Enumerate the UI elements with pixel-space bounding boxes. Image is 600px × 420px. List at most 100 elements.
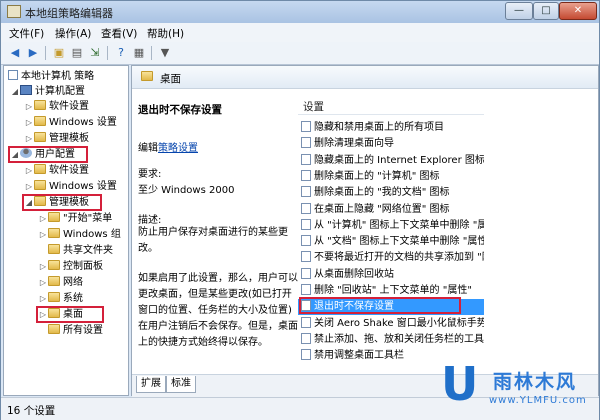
status-count: 16 个设置 bbox=[7, 405, 56, 417]
tree-item-label: Windows 设置 bbox=[49, 181, 117, 192]
filter-icon[interactable]: ▼ bbox=[157, 45, 173, 61]
tree-item-software-settings[interactable]: ▷ 软件设置 bbox=[24, 100, 89, 114]
collapse-arrow-icon[interactable]: ▷ bbox=[24, 100, 34, 114]
collapse-arrow-icon[interactable]: ▷ bbox=[24, 116, 34, 130]
tree-item-control-panel[interactable]: ▷ 控制面板 bbox=[38, 260, 103, 274]
highlight-box bbox=[22, 194, 102, 211]
tree-item-windows-settings[interactable]: ▷ Windows 设置 bbox=[24, 116, 117, 130]
policy-setting-icon bbox=[301, 202, 311, 214]
tree-item-windows-components[interactable]: ▷ Windows 组 bbox=[38, 228, 121, 242]
requirements-label: 要求: bbox=[138, 169, 162, 180]
setting-row[interactable]: 删除桌面上的 "我的文档" 图标 bbox=[298, 185, 484, 201]
folder-icon bbox=[34, 180, 46, 190]
watermark-name: 雨林木风 bbox=[493, 371, 578, 393]
collapse-arrow-icon[interactable]: ▷ bbox=[38, 212, 48, 226]
edit-policy-link[interactable]: 策略设置 bbox=[158, 143, 198, 154]
tree-item-label: 软件设置 bbox=[49, 165, 89, 176]
setting-row[interactable]: 从 "计算机" 图标上下文菜单中删除 "属性" bbox=[298, 218, 484, 234]
menu-file[interactable]: 文件(F) bbox=[9, 26, 44, 41]
tree-item-network[interactable]: ▷ 网络 bbox=[38, 276, 83, 290]
tree-item-local-policy[interactable]: 本地计算机 策略 bbox=[8, 70, 94, 84]
tree-item-computer-config[interactable]: ◢ 计算机配置 bbox=[10, 85, 85, 99]
forward-arrow-icon[interactable]: ▶ bbox=[25, 45, 41, 61]
setting-row[interactable]: 删除桌面上的 "计算机" 图标 bbox=[298, 169, 484, 185]
setting-row[interactable]: 不要将最近打开的文档的共享添加到 "网络位置" bbox=[298, 250, 484, 266]
policy-setting-icon bbox=[301, 284, 311, 295]
setting-row[interactable]: 从 "文档" 图标上下文菜单中删除 "属性" bbox=[298, 234, 484, 250]
edit-prefix: 编辑 bbox=[138, 143, 158, 154]
requirements-value: 至少 Windows 2000 bbox=[138, 185, 235, 196]
setting-row[interactable]: 关闭 Aero Shake 窗口最小化鼠标手势 bbox=[298, 316, 484, 332]
back-arrow-icon[interactable]: ◀ bbox=[7, 45, 23, 61]
setting-row[interactable]: 禁止添加、拖、放和关闭任务栏的工具栏 bbox=[298, 332, 484, 348]
tree-item-user-windows-settings[interactable]: ▷ Windows 设置 bbox=[24, 180, 117, 194]
close-button[interactable]: ✕ bbox=[559, 2, 597, 20]
collapse-arrow-icon[interactable]: ▷ bbox=[38, 292, 48, 306]
tree-item-shared-folders[interactable]: 共享文件夹 bbox=[38, 244, 113, 258]
highlight-box bbox=[299, 297, 461, 314]
folder-icon bbox=[34, 164, 46, 174]
expand-arrow-icon[interactable]: ◢ bbox=[10, 85, 20, 99]
tree-item-label: 共享文件夹 bbox=[63, 245, 113, 256]
description-panel: 退出时不保存设置 编辑策略设置 要求: 至少 Windows 2000 描述: … bbox=[132, 89, 300, 371]
setting-label: 在桌面上隐藏 "网络位置" 图标 bbox=[314, 203, 450, 215]
policy-setting-icon bbox=[301, 316, 311, 328]
export-list-icon[interactable]: ⇲ bbox=[87, 45, 103, 61]
help-icon[interactable]: ? bbox=[113, 45, 129, 61]
tree-item-label: 软件设置 bbox=[49, 101, 89, 112]
tab-extended[interactable]: 扩展 bbox=[136, 376, 166, 393]
tree-item-all-settings[interactable]: 所有设置 bbox=[38, 324, 103, 338]
setting-label: 从 "文档" 图标上下文菜单中删除 "属性" bbox=[314, 236, 484, 248]
collapse-arrow-icon[interactable]: ▷ bbox=[24, 132, 34, 146]
collapse-arrow-icon[interactable]: ▷ bbox=[24, 164, 34, 178]
policy-setting-icon bbox=[301, 332, 311, 344]
menu-bar: 文件(F) 操作(A) 查看(V) 帮助(H) bbox=[1, 23, 599, 43]
menu-help[interactable]: 帮助(H) bbox=[147, 26, 184, 41]
toolbar-separator bbox=[107, 46, 108, 60]
collapse-arrow-icon[interactable]: ▷ bbox=[38, 260, 48, 274]
watermark-letter: U bbox=[441, 357, 479, 411]
folder-icon bbox=[48, 244, 60, 254]
folder-icon bbox=[48, 292, 60, 302]
collapse-arrow-icon[interactable]: ▷ bbox=[38, 228, 48, 242]
properties-icon[interactable]: ▦ bbox=[131, 45, 147, 61]
highlight-box bbox=[36, 306, 104, 323]
tree-item-start-menu[interactable]: ▷ "开始"菜单 bbox=[38, 212, 112, 226]
setting-label: 删除清理桌面向导 bbox=[314, 138, 394, 150]
setting-row[interactable]: 隐藏桌面上的 Internet Explorer 图标 bbox=[298, 153, 484, 169]
policy-setting-icon bbox=[301, 235, 311, 247]
tree-item-label: 所有设置 bbox=[63, 325, 103, 336]
up-folder-icon[interactable]: ▣ bbox=[51, 45, 67, 61]
setting-row[interactable]: 隐藏和禁用桌面上的所有项目 bbox=[298, 120, 484, 136]
window-title: 本地组策略编辑器 bbox=[25, 7, 113, 20]
setting-row[interactable]: 从桌面删除回收站 bbox=[298, 267, 484, 283]
column-header-setting[interactable]: 设置 bbox=[298, 99, 484, 115]
tree-item-user-software-settings[interactable]: ▷ 软件设置 bbox=[24, 164, 89, 178]
policy-setting-icon bbox=[301, 121, 311, 132]
show-hide-tree-icon[interactable]: ▤ bbox=[69, 45, 85, 61]
setting-label: 删除桌面上的 "我的文档" 图标 bbox=[314, 187, 450, 199]
watermark-url: www.YLMFU.com bbox=[489, 395, 587, 406]
title-bar[interactable]: 本地组策略编辑器 — □ ✕ bbox=[1, 1, 599, 23]
folder-icon bbox=[34, 132, 46, 142]
menu-action[interactable]: 操作(A) bbox=[55, 26, 91, 41]
folder-icon bbox=[48, 260, 60, 270]
folder-icon bbox=[48, 324, 60, 334]
tab-standard[interactable]: 标准 bbox=[166, 376, 196, 393]
tree-item-system[interactable]: ▷ 系统 bbox=[38, 292, 83, 306]
maximize-button[interactable]: □ bbox=[533, 2, 559, 20]
policy-title: 退出时不保存设置 bbox=[138, 104, 222, 116]
folder-icon bbox=[48, 212, 60, 222]
setting-label: 禁用调整桌面工具栏 bbox=[314, 350, 404, 362]
tree-item-admin-templates[interactable]: ▷ 管理模板 bbox=[24, 132, 89, 146]
setting-row[interactable]: 在桌面上隐藏 "网络位置" 图标 bbox=[298, 202, 484, 218]
policy-setting-icon bbox=[301, 186, 311, 198]
minimize-button[interactable]: — bbox=[505, 2, 533, 20]
collapse-arrow-icon[interactable]: ▷ bbox=[38, 276, 48, 290]
collapse-arrow-icon[interactable]: ▷ bbox=[24, 180, 34, 194]
setting-label: 隐藏和禁用桌面上的所有项目 bbox=[314, 122, 444, 133]
setting-row[interactable]: 删除清理桌面向导 bbox=[298, 136, 484, 152]
tree-item-label: 管理模板 bbox=[49, 133, 89, 144]
menu-view[interactable]: 查看(V) bbox=[101, 26, 137, 41]
toolbar-separator bbox=[151, 46, 152, 60]
